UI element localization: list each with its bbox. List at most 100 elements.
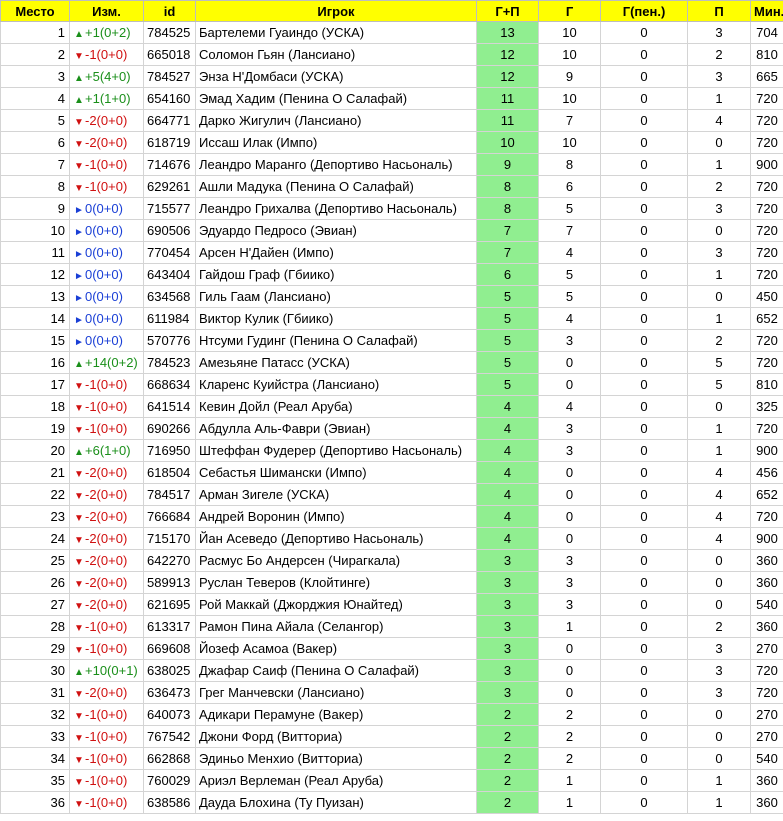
assists-cell[interactable]: 1 [687,307,751,330]
player-cell[interactable]: Арсен Н'Дайен (Импо) [195,241,477,264]
assists-cell[interactable]: 1 [687,153,751,176]
table-row[interactable]: 26 ▼-2(0+0) 589913 Руслан Теверов (Клойтинг… [0,571,783,594]
minutes-cell[interactable]: 900 [750,153,783,176]
id-cell[interactable]: 784527 [143,65,196,88]
change-cell[interactable]: ►0(0+0) [69,329,144,352]
table-row[interactable]: 18 ▼-1(0+0) 641514 Кевин Дойл (Реал Аруба) 4… [0,395,783,418]
header-minutes[interactable]: Мин. [750,0,783,22]
id-cell[interactable]: 784517 [143,483,196,506]
table-row[interactable]: 28 ▼-1(0+0) 613317 Рамон Пина Айала (Селанг… [0,615,783,638]
change-cell[interactable]: ►0(0+0) [69,219,144,242]
table-row[interactable]: 36 ▼-1(0+0) 638586 Дауда Блохина (Ту Пуизан… [0,791,783,814]
table-row[interactable]: 9 ►0(0+0) 715577 Леандро Грихалва (Депортив… [0,197,783,220]
goals-cell[interactable]: 3 [538,549,601,572]
player-cell[interactable]: Андрей Воронин (Импо) [195,505,477,528]
table-row[interactable]: 35 ▼-1(0+0) 760029 Ариэл Верлеман (Реал Ару… [0,769,783,792]
assists-cell[interactable]: 0 [687,395,751,418]
player-cell[interactable]: Адикари Перамуне (Вакер) [195,703,477,726]
player-cell[interactable]: Леандро Грихалва (Депортиво Насьональ) [195,197,477,220]
penalty-goals-cell[interactable]: 0 [600,703,688,726]
goals-cell[interactable]: 0 [538,505,601,528]
minutes-cell[interactable]: 720 [750,659,783,682]
player-cell[interactable]: Грег Манчевски (Лансиано) [195,681,477,704]
rank-cell[interactable]: 1 [0,21,70,44]
assists-cell[interactable]: 1 [687,769,751,792]
table-row[interactable]: 1 ▲+1(0+2) 784525 Бартелеми Гуаиндо (УСКА) 1… [0,21,783,44]
player-cell[interactable]: Иссаш Илак (Импо) [195,131,477,154]
change-cell[interactable]: ▼-1(0+0) [69,747,144,770]
change-cell[interactable]: ▼-1(0+0) [69,43,144,66]
rank-cell[interactable]: 10 [0,219,70,242]
rank-cell[interactable]: 31 [0,681,70,704]
change-cell[interactable]: ▲+1(1+0) [69,87,144,110]
goals-cell[interactable]: 0 [538,659,601,682]
assists-cell[interactable]: 2 [687,175,751,198]
goals-assists-cell[interactable]: 3 [476,593,539,616]
change-cell[interactable]: ▼-1(0+0) [69,615,144,638]
minutes-cell[interactable]: 360 [750,791,783,814]
id-cell[interactable]: 611984 [143,307,196,330]
player-cell[interactable]: Эмад Хадим (Пенина О Салафай) [195,87,477,110]
penalty-goals-cell[interactable]: 0 [600,351,688,374]
assists-cell[interactable]: 0 [687,131,751,154]
header-goals-assists[interactable]: Г+П [476,0,539,22]
rank-cell[interactable]: 14 [0,307,70,330]
goals-cell[interactable]: 7 [538,219,601,242]
id-cell[interactable]: 715170 [143,527,196,550]
assists-cell[interactable]: 0 [687,703,751,726]
table-row[interactable]: 29 ▼-1(0+0) 669608 Йозеф Асамоа (Вакер) 3 0 0 3… [0,637,783,660]
table-row[interactable]: 23 ▼-2(0+0) 766684 Андрей Воронин (Импо) 4 0 0… [0,505,783,528]
goals-cell[interactable]: 1 [538,615,601,638]
goals-cell[interactable]: 0 [538,483,601,506]
goals-assists-cell[interactable]: 3 [476,659,539,682]
rank-cell[interactable]: 28 [0,615,70,638]
penalty-goals-cell[interactable]: 0 [600,109,688,132]
goals-assists-cell[interactable]: 12 [476,65,539,88]
minutes-cell[interactable]: 360 [750,571,783,594]
id-cell[interactable]: 638586 [143,791,196,814]
goals-assists-cell[interactable]: 3 [476,549,539,572]
minutes-cell[interactable]: 652 [750,307,783,330]
change-cell[interactable]: ▼-1(0+0) [69,395,144,418]
penalty-goals-cell[interactable]: 0 [600,417,688,440]
player-cell[interactable]: Руслан Теверов (Клойтинге) [195,571,477,594]
player-cell[interactable]: Ашли Мадука (Пенина О Салафай) [195,175,477,198]
goals-cell[interactable]: 9 [538,65,601,88]
penalty-goals-cell[interactable]: 0 [600,527,688,550]
goals-assists-cell[interactable]: 7 [476,219,539,242]
goals-cell[interactable]: 8 [538,153,601,176]
goals-assists-cell[interactable]: 3 [476,681,539,704]
goals-cell[interactable]: 0 [538,351,601,374]
rank-cell[interactable]: 15 [0,329,70,352]
penalty-goals-cell[interactable]: 0 [600,43,688,66]
id-cell[interactable]: 621695 [143,593,196,616]
rank-cell[interactable]: 9 [0,197,70,220]
minutes-cell[interactable]: 720 [750,329,783,352]
change-cell[interactable]: ▼-1(0+0) [69,725,144,748]
rank-cell[interactable]: 30 [0,659,70,682]
minutes-cell[interactable]: 810 [750,373,783,396]
penalty-goals-cell[interactable]: 0 [600,659,688,682]
player-cell[interactable]: Гиль Гаам (Лансиано) [195,285,477,308]
goals-assists-cell[interactable]: 4 [476,439,539,462]
assists-cell[interactable]: 3 [687,637,751,660]
assists-cell[interactable]: 3 [687,21,751,44]
minutes-cell[interactable]: 540 [750,747,783,770]
player-cell[interactable]: Кларенс Куийстра (Лансиано) [195,373,477,396]
assists-cell[interactable]: 2 [687,329,751,352]
change-cell[interactable]: ▼-1(0+0) [69,175,144,198]
id-cell[interactable]: 664771 [143,109,196,132]
goals-cell[interactable]: 3 [538,593,601,616]
player-cell[interactable]: Джафар Саиф (Пенина О Салафай) [195,659,477,682]
rank-cell[interactable]: 17 [0,373,70,396]
change-cell[interactable]: ▲+14(0+2) [69,351,144,374]
goals-assists-cell[interactable]: 4 [476,461,539,484]
change-cell[interactable]: ▼-1(0+0) [69,791,144,814]
goals-cell[interactable]: 0 [538,637,601,660]
rank-cell[interactable]: 7 [0,153,70,176]
minutes-cell[interactable]: 456 [750,461,783,484]
player-cell[interactable]: Расмус Бо Андерсен (Чирагкала) [195,549,477,572]
rank-cell[interactable]: 33 [0,725,70,748]
minutes-cell[interactable]: 720 [750,505,783,528]
id-cell[interactable]: 716950 [143,439,196,462]
